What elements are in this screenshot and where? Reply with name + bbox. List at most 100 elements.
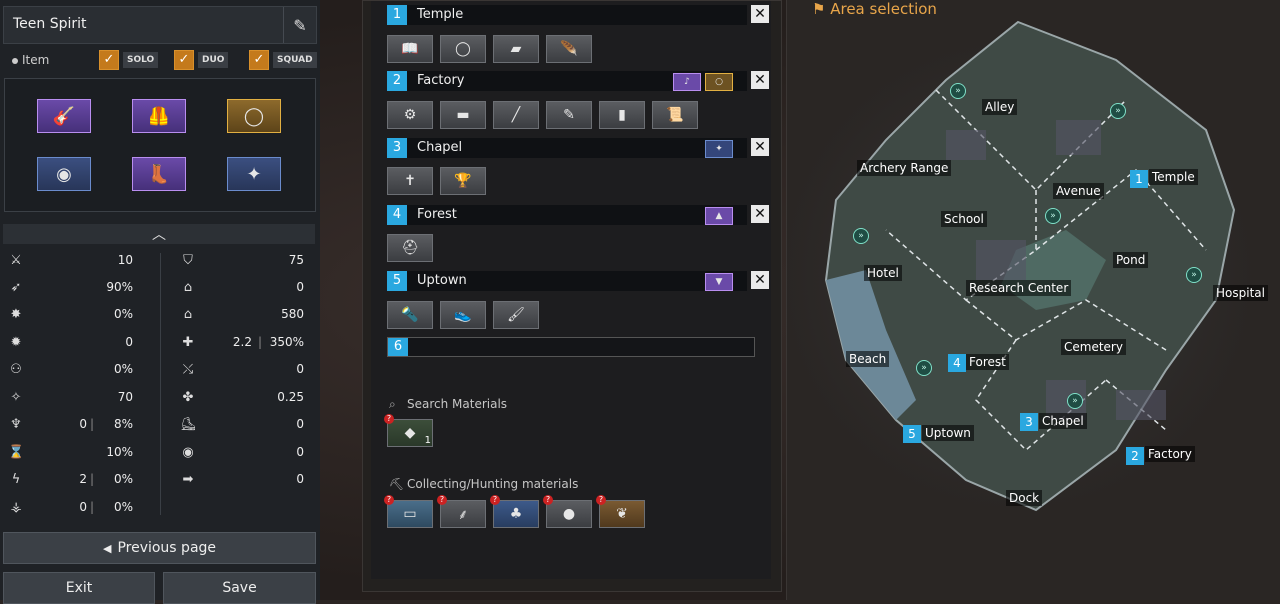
- book-icon[interactable]: 📖: [387, 35, 433, 63]
- route-header-1[interactable]: 1 Temple ✕: [387, 5, 769, 25]
- stat-value: 0: [125, 335, 133, 349]
- edit-name-icon[interactable]: ✎: [283, 7, 316, 43]
- stat-pre-value: 0: [79, 500, 87, 514]
- brush-icon[interactable]: 🖌: [493, 301, 539, 329]
- search-material-slot[interactable]: ? ◆ 1: [384, 414, 433, 447]
- area-avenue[interactable]: Avenue: [1053, 183, 1104, 199]
- leaf-icon[interactable]: ? ❦: [596, 495, 645, 528]
- wreath-icon[interactable]: ◯: [227, 99, 281, 133]
- ring-icon[interactable]: ◉: [37, 157, 91, 191]
- stat-value: 0%: [113, 472, 133, 486]
- wire-icon[interactable]: ◯: [440, 35, 486, 63]
- route-number: 5: [387, 271, 407, 291]
- battery-icon[interactable]: ▮: [599, 101, 645, 129]
- area-research-center[interactable]: Research Center: [966, 280, 1072, 296]
- gun-part-icon[interactable]: ⚙: [387, 101, 433, 129]
- guitar-icon[interactable]: 🎸: [37, 99, 91, 133]
- previous-page-button[interactable]: ◀ Previous page: [3, 532, 316, 564]
- area-alley[interactable]: Alley: [982, 99, 1018, 115]
- tube-icon[interactable]: ▬: [440, 101, 486, 129]
- stone-icon: ◆: [404, 425, 416, 441]
- leather-icon[interactable]: ▰: [493, 35, 539, 63]
- mode-solo-checkbox[interactable]: ✓ SOLO: [99, 50, 159, 70]
- area-archery-range[interactable]: Archery Range: [857, 160, 952, 176]
- remove-route-icon[interactable]: ✕: [751, 138, 769, 156]
- scroll-icon[interactable]: 📜: [652, 101, 698, 129]
- hyperloop-icon: »: [1045, 208, 1061, 224]
- route-number: 4: [387, 205, 407, 225]
- area-uptown[interactable]: Uptown: [922, 425, 974, 441]
- stat-row: ⌂ 580: [180, 307, 304, 327]
- area-selection-title: ⚑ Area selection: [812, 0, 937, 18]
- torch-icon[interactable]: 🔦: [387, 301, 433, 329]
- area-factory[interactable]: Factory: [1145, 446, 1195, 462]
- exit-button[interactable]: Exit: [3, 572, 155, 604]
- route-name: Uptown: [417, 273, 467, 288]
- route-header-3[interactable]: 3 Chapel ✦ ✕: [387, 138, 769, 158]
- mode-row: Item ✓ SOLO ✓ DUO ✓ SQUAD: [0, 50, 320, 72]
- area-cemetery[interactable]: Cemetery: [1061, 339, 1126, 355]
- hyperloop-icon: »: [916, 360, 932, 376]
- area-hotel[interactable]: Hotel: [864, 265, 902, 281]
- stat-separator: |: [258, 335, 263, 349]
- stat-row: ⌛ 10%: [8, 445, 133, 465]
- rod-icon[interactable]: ╱: [493, 101, 539, 129]
- area-pond[interactable]: Pond: [1113, 252, 1149, 268]
- route-header-4[interactable]: 4 Forest ▲ ✕: [387, 205, 769, 225]
- hyperloop-icon: »: [1110, 103, 1126, 119]
- area-forest[interactable]: Forest: [966, 354, 1009, 370]
- sneakers-icon[interactable]: 👟: [440, 301, 486, 329]
- remove-route-icon[interactable]: ✕: [751, 71, 769, 89]
- remove-route-icon[interactable]: ✕: [751, 5, 769, 23]
- hyperloop-icon: »: [950, 83, 966, 99]
- water-bottle-icon[interactable]: ? ▭: [384, 495, 433, 528]
- area-hospital[interactable]: Hospital: [1213, 285, 1268, 301]
- boots-icon: ▼: [705, 273, 733, 291]
- sp-regen-icon: ✤: [182, 390, 194, 405]
- save-label: Save: [222, 580, 257, 596]
- helmet-icon[interactable]: ⛑: [387, 234, 433, 262]
- save-button[interactable]: Save: [163, 572, 316, 604]
- mode-duo-checkbox[interactable]: ✓ DUO: [174, 50, 229, 70]
- area-beach[interactable]: Beach: [846, 351, 890, 367]
- area-dock[interactable]: Dock: [1006, 490, 1043, 506]
- tenacity-icon: ⤯: [182, 362, 194, 377]
- chest-armor-icon[interactable]: 🦺: [132, 99, 186, 133]
- question-mark-icon: ?: [596, 495, 606, 505]
- area-temple[interactable]: Temple: [1149, 169, 1198, 185]
- bracelet-icon: ✦: [705, 140, 733, 158]
- mode-solo-label: SOLO: [123, 52, 159, 68]
- mode-squad-checkbox[interactable]: ✓ SQUAD: [249, 50, 317, 70]
- herb-icon[interactable]: ? ♣: [490, 495, 539, 528]
- route-header-2[interactable]: 2 Factory ♪ ○ ✕: [387, 71, 769, 91]
- exit-label: Exit: [65, 580, 93, 596]
- stat-row: ⛸ 0: [180, 417, 304, 437]
- route-header-5[interactable]: 5 Uptown ▼ ✕: [387, 271, 769, 291]
- island-map: [786, 15, 1278, 535]
- question-mark-icon: ?: [384, 414, 394, 424]
- syringe-icon[interactable]: ✎: [546, 101, 592, 129]
- bracelet-icon[interactable]: ✦: [227, 157, 281, 191]
- question-mark-icon: ?: [437, 495, 447, 505]
- route-number: 3: [387, 138, 407, 158]
- remove-route-icon[interactable]: ✕: [751, 205, 769, 223]
- stones-icon[interactable]: ? ●: [543, 495, 592, 528]
- stat-row: ➶ 90%: [8, 280, 133, 300]
- guitar-icon: ♪: [673, 73, 701, 91]
- area-chapel[interactable]: Chapel: [1039, 413, 1087, 429]
- boots-icon[interactable]: 👢: [132, 157, 186, 191]
- area-school[interactable]: School: [941, 211, 987, 227]
- branch-icon[interactable]: ? ⸙: [437, 495, 486, 528]
- route-marker-2: 2: [1126, 447, 1144, 465]
- cross-icon[interactable]: ✝: [387, 167, 433, 195]
- route-marker-5: 5: [903, 425, 921, 443]
- feather-icon[interactable]: 🪶: [546, 35, 592, 63]
- pickaxe-icon: ⛏: [389, 477, 405, 491]
- max-hp-icon: ⌂: [183, 307, 193, 322]
- chalice-icon[interactable]: 🏆: [440, 167, 486, 195]
- remove-route-icon[interactable]: ✕: [751, 271, 769, 289]
- collapse-stats-button[interactable]: ︿: [3, 224, 315, 244]
- equipment-grid: 🎸 🦺 ◯ ◉ 👢 ✦: [4, 78, 316, 212]
- check-icon: ✓: [174, 50, 194, 70]
- route-slot-6[interactable]: 6: [387, 337, 755, 357]
